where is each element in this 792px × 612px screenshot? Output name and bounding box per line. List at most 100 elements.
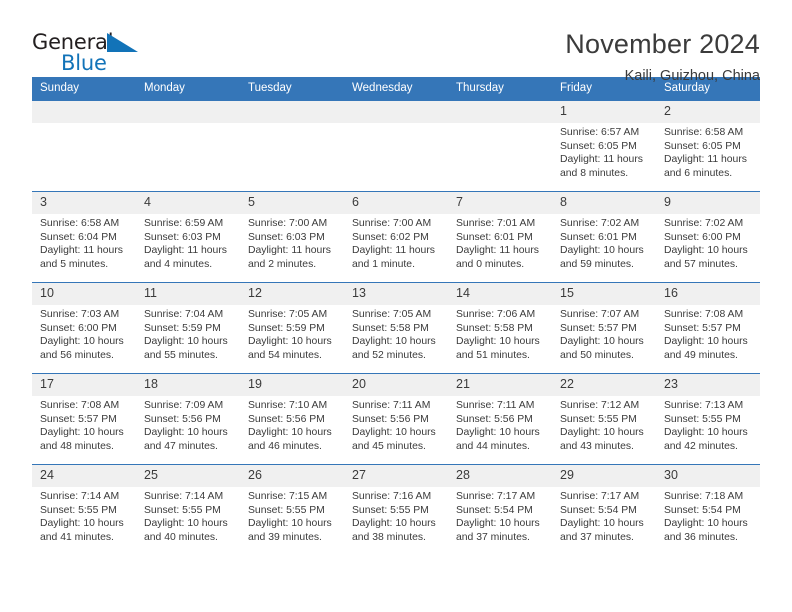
sunset-time: Sunset: 5:58 PM [352,322,429,334]
calendar-day-cell[interactable]: 13 Sunrise: 7:05 AM Sunset: 5:58 PM Dayligh… [344,282,448,374]
day-sun-info: Sunrise: 7:05 AM Sunset: 5:59 PM Daylight:… [240,305,344,362]
calendar-day-cell[interactable]: 16 Sunrise: 7:08 AM Sunset: 5:57 PM Dayligh… [656,282,760,374]
daylight-duration-line2: and 41 minutes. [40,531,114,543]
title-block: November 2024 Kaili, Guizhou, China [565,29,760,85]
day-number: 3 [32,192,136,214]
calendar-day-cell[interactable]: 14 Sunrise: 7:06 AM Sunset: 5:58 PM Dayligh… [448,282,552,374]
day-number: 13 [344,283,448,305]
day-sun-info: Sunrise: 7:11 AM Sunset: 5:56 PM Daylight:… [448,396,552,453]
day-number: 25 [136,465,240,487]
day-sun-info: Sunrise: 7:07 AM Sunset: 5:57 PM Daylight:… [552,305,656,362]
daylight-duration-line1: Daylight: 11 hours [664,154,747,166]
daylight-duration-line1: Daylight: 10 hours [352,336,436,348]
daylight-duration-line2: and 44 minutes. [456,440,530,452]
daylight-duration-line2: and 40 minutes. [144,531,218,543]
sunset-time: Sunset: 5:54 PM [560,504,637,516]
sunset-time: Sunset: 6:03 PM [248,231,325,243]
daylight-duration-line2: and 56 minutes. [40,349,114,361]
daylight-duration-line2: and 52 minutes. [352,349,426,361]
sunrise-time: Sunrise: 7:08 AM [664,309,744,320]
daylight-duration-line2: and 0 minutes. [456,258,525,270]
sunrise-time: Sunrise: 7:11 AM [456,400,535,411]
sunset-time: Sunset: 6:05 PM [560,140,637,152]
sunrise-time: Sunrise: 7:00 AM [248,218,328,229]
weekday-header-wednesday: Wednesday [344,77,448,101]
calendar-day-cell[interactable]: 10 Sunrise: 7:03 AM Sunset: 6:00 PM Dayligh… [32,282,136,374]
sunset-time: Sunset: 6:05 PM [664,140,741,152]
calendar-day-cell[interactable]: 29 Sunrise: 7:17 AM Sunset: 5:54 PM Dayligh… [552,464,656,555]
sunset-time: Sunset: 6:00 PM [664,231,741,243]
day-number: 26 [240,465,344,487]
calendar-day-cell[interactable]: 20 Sunrise: 7:11 AM Sunset: 5:56 PM Dayligh… [344,373,448,465]
sunrise-time: Sunrise: 7:17 AM [456,491,536,502]
calendar-day-cell[interactable]: 15 Sunrise: 7:07 AM Sunset: 5:57 PM Dayligh… [552,282,656,374]
daylight-duration-line1: Daylight: 10 hours [248,427,332,439]
day-number [136,101,240,123]
daylight-duration-line1: Daylight: 10 hours [248,336,332,348]
calendar-day-cell[interactable]: 17 Sunrise: 7:08 AM Sunset: 5:57 PM Dayligh… [32,373,136,465]
day-sun-info: Sunrise: 7:02 AM Sunset: 6:01 PM Daylight:… [552,214,656,271]
sunrise-time: Sunrise: 7:03 AM [40,309,120,320]
calendar-day-cell[interactable]: 1 Sunrise: 6:57 AM Sunset: 6:05 PM Daylight… [552,100,656,192]
logo-triangle-icon [107,33,138,52]
sunset-time: Sunset: 5:57 PM [664,322,741,334]
calendar-page: General Blue November 2024 Kaili, Guizho… [0,0,792,612]
calendar-day-cell[interactable]: 22 Sunrise: 7:12 AM Sunset: 5:55 PM Dayligh… [552,373,656,465]
day-sun-info: Sunrise: 7:04 AM Sunset: 5:59 PM Daylight:… [136,305,240,362]
day-sun-info: Sunrise: 7:13 AM Sunset: 5:55 PM Daylight:… [656,396,760,453]
sunset-time: Sunset: 5:56 PM [456,413,533,425]
day-number: 28 [448,465,552,487]
sunrise-time: Sunrise: 7:12 AM [560,400,640,411]
calendar-day-cell[interactable]: 30 Sunrise: 7:18 AM Sunset: 5:54 PM Dayligh… [656,464,760,555]
sunrise-time: Sunrise: 7:00 AM [352,218,432,229]
daylight-duration-line1: Daylight: 10 hours [144,518,228,530]
day-sun-info: Sunrise: 7:08 AM Sunset: 5:57 PM Daylight:… [32,396,136,453]
calendar-day-cell[interactable]: 6 Sunrise: 7:00 AM Sunset: 6:02 PM Daylight… [344,191,448,283]
sunrise-time: Sunrise: 7:05 AM [352,309,432,320]
day-sun-info: Sunrise: 7:00 AM Sunset: 6:03 PM Daylight:… [240,214,344,271]
calendar-day-cell[interactable]: 8 Sunrise: 7:02 AM Sunset: 6:01 PM Daylight… [552,191,656,283]
calendar-day-cell[interactable]: 26 Sunrise: 7:15 AM Sunset: 5:55 PM Dayligh… [240,464,344,555]
day-number: 7 [448,192,552,214]
daylight-duration-line1: Daylight: 10 hours [560,245,644,257]
calendar-day-cell[interactable]: 12 Sunrise: 7:05 AM Sunset: 5:59 PM Dayligh… [240,282,344,374]
daylight-duration-line1: Daylight: 10 hours [40,336,124,348]
calendar-day-cell[interactable]: 19 Sunrise: 7:10 AM Sunset: 5:56 PM Dayligh… [240,373,344,465]
calendar-table: Sunday Monday Tuesday Wednesday Thursday… [32,77,760,555]
calendar-day-cell[interactable]: 9 Sunrise: 7:02 AM Sunset: 6:00 PM Daylight… [656,191,760,283]
calendar-day-cell[interactable]: 27 Sunrise: 7:16 AM Sunset: 5:55 PM Dayligh… [344,464,448,555]
sunset-time: Sunset: 6:01 PM [456,231,533,243]
sunset-time: Sunset: 6:04 PM [40,231,117,243]
calendar-empty-cell [448,100,552,192]
sunset-time: Sunset: 5:57 PM [560,322,637,334]
daylight-duration-line2: and 54 minutes. [248,349,322,361]
day-sun-info: Sunrise: 7:17 AM Sunset: 5:54 PM Daylight:… [448,487,552,544]
daylight-duration-line2: and 1 minute. [352,258,415,270]
calendar-day-cell[interactable]: 4 Sunrise: 6:59 AM Sunset: 6:03 PM Daylight… [136,191,240,283]
calendar-day-cell[interactable]: 21 Sunrise: 7:11 AM Sunset: 5:56 PM Dayligh… [448,373,552,465]
daylight-duration-line2: and 45 minutes. [352,440,426,452]
day-sun-info: Sunrise: 7:01 AM Sunset: 6:01 PM Daylight:… [448,214,552,271]
day-sun-info: Sunrise: 7:18 AM Sunset: 5:54 PM Daylight:… [656,487,760,544]
calendar-day-cell[interactable]: 25 Sunrise: 7:14 AM Sunset: 5:55 PM Dayligh… [136,464,240,555]
daylight-duration-line2: and 55 minutes. [144,349,218,361]
calendar-day-cell[interactable]: 28 Sunrise: 7:17 AM Sunset: 5:54 PM Dayligh… [448,464,552,555]
day-number: 27 [344,465,448,487]
calendar-day-cell[interactable]: 2 Sunrise: 6:58 AM Sunset: 6:05 PM Daylight… [656,100,760,192]
calendar-day-cell[interactable]: 5 Sunrise: 7:00 AM Sunset: 6:03 PM Daylight… [240,191,344,283]
calendar-empty-cell [136,100,240,192]
day-sun-info: Sunrise: 6:58 AM Sunset: 6:04 PM Daylight:… [32,214,136,271]
daylight-duration-line1: Daylight: 10 hours [352,427,436,439]
calendar-day-cell[interactable]: 18 Sunrise: 7:09 AM Sunset: 5:56 PM Dayligh… [136,373,240,465]
calendar-day-cell[interactable]: 11 Sunrise: 7:04 AM Sunset: 5:59 PM Dayligh… [136,282,240,374]
sunset-time: Sunset: 5:55 PM [144,504,221,516]
day-number: 1 [552,101,656,123]
calendar-day-cell[interactable]: 7 Sunrise: 7:01 AM Sunset: 6:01 PM Daylight… [448,191,552,283]
calendar-day-cell[interactable]: 23 Sunrise: 7:13 AM Sunset: 5:55 PM Dayligh… [656,373,760,465]
calendar-day-cell[interactable]: 3 Sunrise: 6:58 AM Sunset: 6:04 PM Daylight… [32,191,136,283]
daylight-duration-line1: Daylight: 10 hours [456,427,540,439]
day-number: 2 [656,101,760,123]
daylight-duration-line1: Daylight: 10 hours [40,518,124,530]
sunrise-time: Sunrise: 7:02 AM [664,218,744,229]
calendar-day-cell[interactable]: 24 Sunrise: 7:14 AM Sunset: 5:55 PM Dayligh… [32,464,136,555]
